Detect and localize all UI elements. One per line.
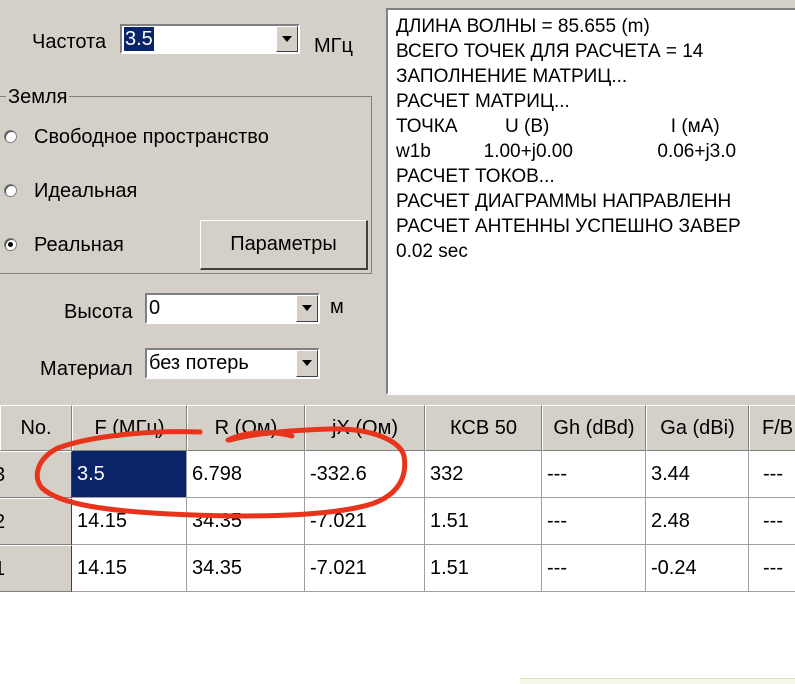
row-header[interactable]: 2 [0,498,72,545]
log-line: w1b 1.00+j0.00 0.06+j3.0 [396,141,737,162]
column-header-swr[interactable]: КСВ 50 [425,405,542,451]
row-header[interactable]: 3 [0,451,72,498]
log-line: РАСЧЕТ АНТЕННЫ УСПЕШНО ЗАВЕР [396,216,741,237]
table-cell[interactable]: --- [749,498,795,545]
table-cell[interactable]: 6.798 [187,451,305,498]
radio-ideal[interactable] [4,184,17,197]
material-combobox[interactable]: без потерь [145,348,320,379]
log-line: ВСЕГО ТОЧЕК ДЛЯ РАСЧЕТА = 14 [396,41,704,62]
height-value[interactable]: 0 [149,296,160,320]
column-header-jx[interactable]: jX (Ом) [305,405,425,451]
table-cell[interactable]: -332.6 [305,451,425,498]
table-cell[interactable]: 14.15 [72,498,187,545]
parameters-button[interactable]: Параметры [200,220,368,270]
log-line: ТОЧКА U (В) I (мА) [396,116,720,137]
row-header[interactable]: 1 [0,545,72,592]
table-cell[interactable]: 3.5 [72,451,187,498]
material-value[interactable]: без потерь [149,351,249,375]
table-cell[interactable]: -7.021 [305,545,425,592]
radio-free-space-label[interactable]: Свободное пространство [34,126,269,149]
radio-real[interactable] [4,238,17,251]
column-header-r[interactable]: R (Ом) [187,405,305,451]
table-cell[interactable]: 34.35 [187,545,305,592]
log-line: 0.02 sec [396,241,468,262]
table-cell[interactable]: -7.021 [305,498,425,545]
frequency-label: Частота [32,31,107,53]
height-unit: м [330,296,344,318]
chevron-down-icon[interactable] [296,350,318,377]
radio-free-space[interactable] [4,130,17,143]
table-cell[interactable]: 1.51 [425,498,542,545]
chevron-down-icon[interactable] [296,295,318,322]
log-line: ЗАПОЛНЕНИЕ МАТРИЦ... [396,66,628,87]
column-header-no[interactable]: No. [0,405,72,451]
log-line: ДЛИНА ВОЛНЫ = 85.655 (m) [396,16,650,37]
log-line: РАСЧЕТ ДИАГРАММЫ НАПРАВЛЕНН [396,191,732,212]
table-cell[interactable]: 1.51 [425,545,542,592]
log-line: РАСЧЕТ МАТРИЦ... [396,91,570,112]
frequency-combobox[interactable]: 3.5 [120,24,300,54]
table-cell[interactable]: --- [542,545,646,592]
log-line: РАСЧЕТ ТОКОВ... [396,166,555,187]
table-cell[interactable]: --- [542,451,646,498]
table-cell[interactable]: 332 [425,451,542,498]
settings-panel: Частота 3.5 МГц Земля Свободное простран… [0,0,795,405]
radio-real-label[interactable]: Реальная [34,234,124,257]
results-table: No. F (МГц) R (Ом) jX (Ом) КСВ 50 Gh (dB… [0,405,795,595]
frequency-value[interactable]: 3.5 [124,27,154,51]
table-cell[interactable]: --- [749,545,795,592]
frequency-unit: МГц [314,35,353,57]
calculation-log[interactable]: ДЛИНА ВОЛНЫ = 85.655 (m) ВСЕГО ТОЧЕК ДЛЯ… [386,8,795,395]
column-header-gh[interactable]: Gh (dBd) [542,405,646,451]
material-label: Материал [40,358,133,380]
column-header-ga[interactable]: Ga (dBi) [646,405,749,451]
table-cell[interactable]: 14.15 [72,545,187,592]
chevron-down-icon[interactable] [276,26,298,52]
status-strip [520,678,795,684]
height-combobox[interactable]: 0 [145,293,320,324]
table-cell[interactable]: -0.24 [646,545,749,592]
table-cell[interactable]: 2.48 [646,498,749,545]
column-header-f[interactable]: F (МГц) [72,405,187,451]
table-cell[interactable]: 3.44 [646,451,749,498]
table-cell[interactable]: 34.35 [187,498,305,545]
radio-ideal-label[interactable]: Идеальная [34,180,137,203]
ground-group-title: Земля [6,86,70,109]
table-cell[interactable]: --- [749,451,795,498]
column-header-fb[interactable]: F/B [749,405,795,451]
table-cell[interactable]: --- [542,498,646,545]
height-label: Высота [64,301,133,323]
